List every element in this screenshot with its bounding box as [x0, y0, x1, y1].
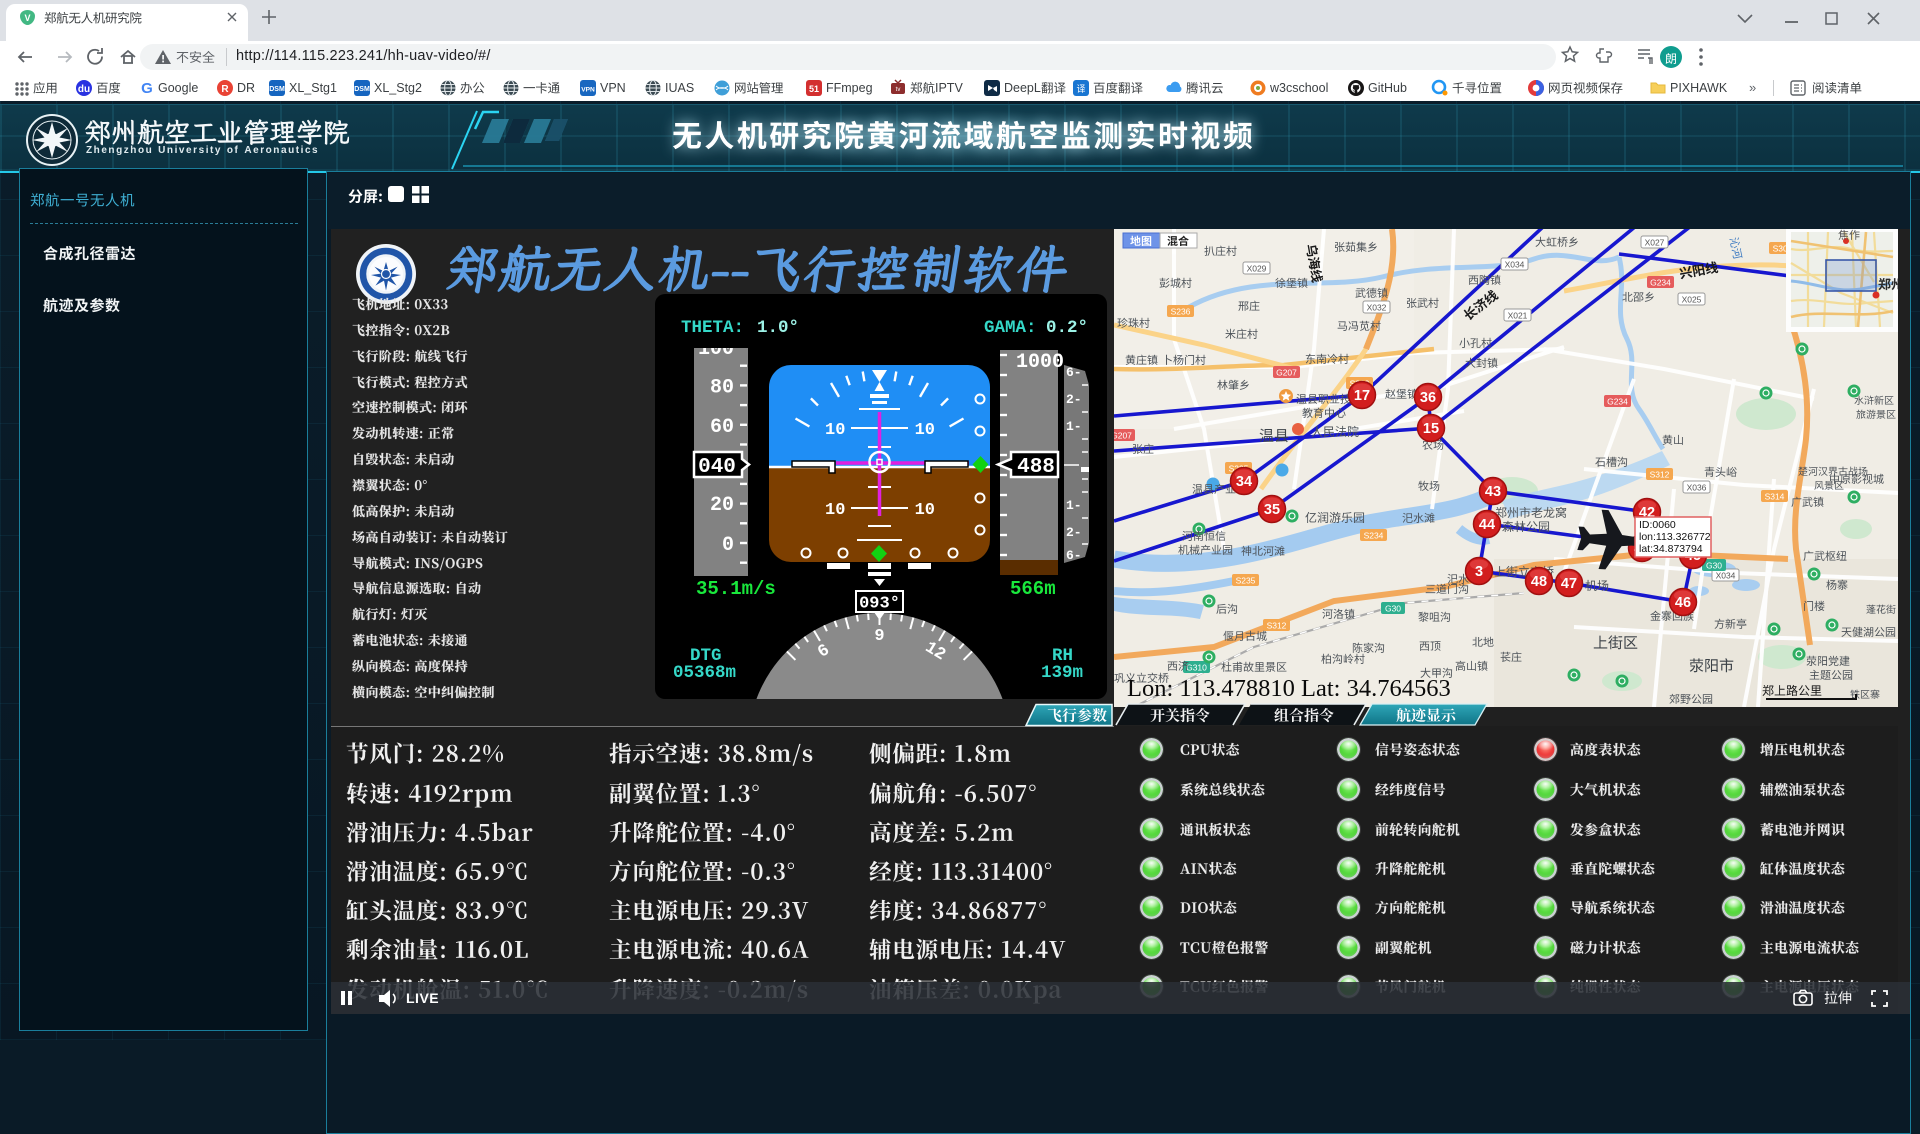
svg-text:488: 488	[1017, 456, 1055, 479]
svg-text:1.0°: 1.0°	[757, 318, 799, 338]
svg-text:10: 10	[825, 501, 845, 520]
svg-text:lat:34.873794: lat:34.873794	[1639, 543, 1703, 555]
svg-text:48: 48	[1531, 574, 1547, 590]
svg-text:S312: S312	[1650, 470, 1670, 480]
svg-text:1-: 1-	[1066, 498, 1082, 513]
svg-text:X036: X036	[1687, 483, 1707, 493]
svg-text:040: 040	[698, 456, 736, 479]
svg-text:10: 10	[915, 421, 935, 440]
svg-text:G30: G30	[1385, 604, 1401, 614]
svg-text:X021: X021	[1508, 311, 1528, 321]
svg-text:17: 17	[1354, 388, 1370, 404]
svg-text:S314: S314	[1765, 492, 1785, 502]
svg-text:35.1m/s: 35.1m/s	[696, 578, 776, 600]
svg-text:G234: G234	[1607, 397, 1628, 407]
svg-text:1000: 1000	[1016, 351, 1064, 374]
svg-text:G207: G207	[1114, 431, 1132, 441]
svg-text:G207: G207	[1276, 368, 1297, 378]
svg-text:34: 34	[1236, 474, 1252, 490]
svg-text:G30: G30	[1706, 561, 1722, 571]
svg-text:9: 9	[874, 627, 884, 646]
svg-text:2-: 2-	[1066, 392, 1082, 407]
svg-text:566m: 566m	[1010, 578, 1056, 600]
svg-text:44: 44	[1479, 517, 1495, 533]
svg-text:lon:113.326772: lon:113.326772	[1639, 531, 1711, 543]
svg-text:GAMA:: GAMA:	[984, 318, 1037, 338]
svg-text:35: 35	[1264, 502, 1280, 518]
svg-text:20: 20	[710, 494, 734, 517]
svg-text:1-: 1-	[1066, 419, 1082, 434]
svg-text:X032: X032	[1367, 303, 1387, 313]
svg-text:36: 36	[1420, 390, 1436, 406]
svg-text:0: 0	[722, 534, 734, 557]
svg-text:Lon: 113.478810 Lat: 34.764563: Lon: 113.478810 Lat: 34.764563	[1127, 675, 1451, 702]
svg-text:6-: 6-	[1066, 548, 1082, 563]
svg-text:3: 3	[1475, 564, 1483, 580]
svg-text:05368m: 05368m	[673, 663, 736, 683]
svg-text:47: 47	[1561, 576, 1577, 592]
svg-text:15: 15	[1423, 421, 1439, 437]
svg-text:G234: G234	[1650, 278, 1671, 288]
svg-text:0.2°: 0.2°	[1046, 318, 1088, 338]
svg-text:S236: S236	[1171, 307, 1191, 317]
svg-text:THETA:: THETA:	[681, 318, 744, 338]
svg-text:X034: X034	[1505, 260, 1525, 270]
svg-text:2-: 2-	[1066, 525, 1082, 540]
svg-text:10: 10	[825, 421, 845, 440]
svg-text:6-: 6-	[1066, 365, 1082, 380]
svg-text:80: 80	[710, 377, 734, 400]
svg-text:S234: S234	[1364, 531, 1384, 541]
svg-text:G310: G310	[1186, 663, 1207, 673]
svg-text:093°: 093°	[859, 595, 900, 614]
svg-text:X025: X025	[1682, 295, 1702, 305]
svg-text:S235: S235	[1236, 576, 1256, 586]
svg-text:S312: S312	[1267, 621, 1287, 631]
svg-text:43: 43	[1485, 484, 1501, 500]
svg-text:X034: X034	[1716, 571, 1736, 581]
svg-text:46: 46	[1675, 595, 1691, 611]
svg-text:10: 10	[915, 501, 935, 520]
svg-text:ID:0060: ID:0060	[1639, 519, 1676, 531]
svg-text:X027: X027	[1645, 238, 1665, 248]
svg-text:60: 60	[710, 416, 734, 439]
svg-text:X029: X029	[1247, 264, 1267, 274]
svg-text:139m: 139m	[1041, 663, 1083, 683]
